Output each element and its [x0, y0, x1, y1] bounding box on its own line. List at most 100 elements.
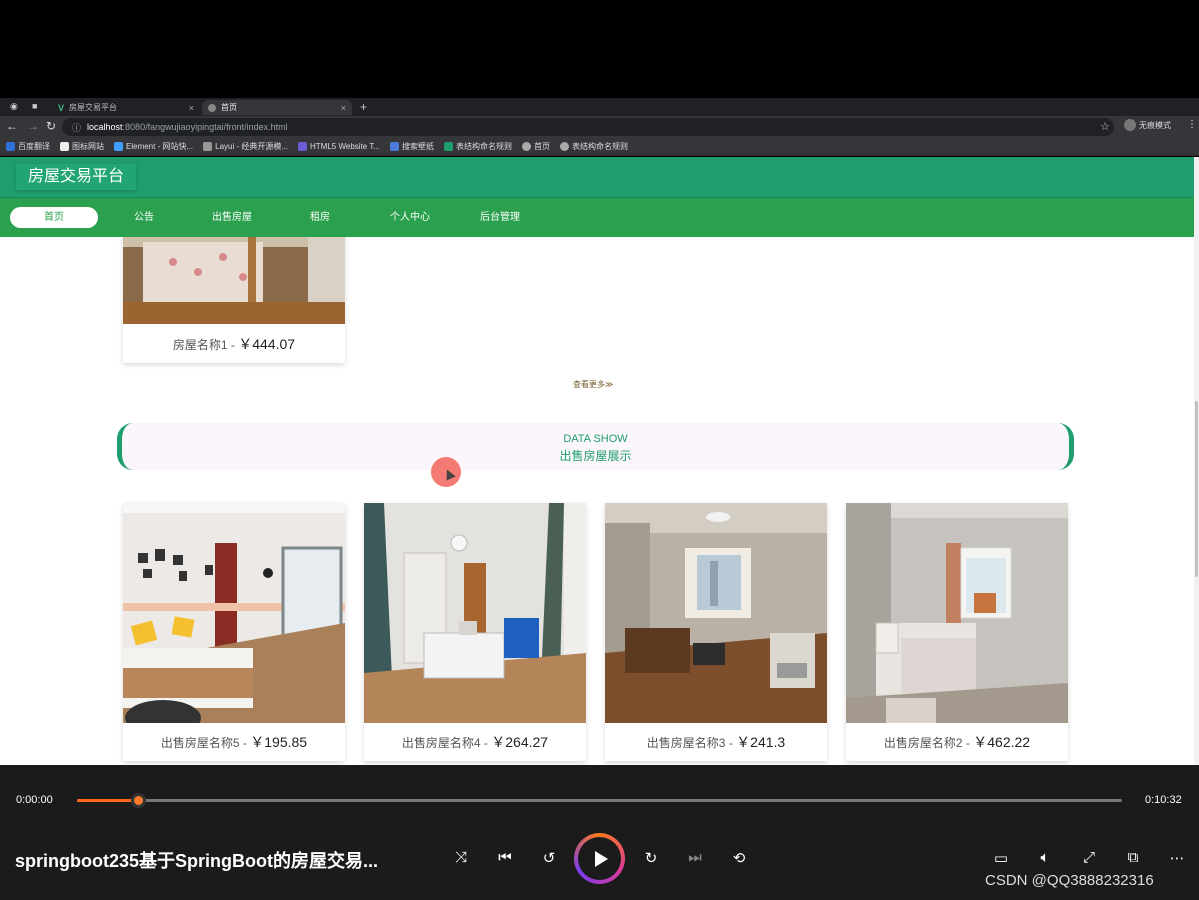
- house-name: 房屋名称1: [172, 338, 228, 352]
- back-icon[interactable]: ←: [6, 119, 18, 133]
- nav-rent[interactable]: 租房: [276, 207, 364, 228]
- globe-icon: [559, 142, 569, 151]
- sale-house-card[interactable]: 出售房屋名称2 - ￥462.22: [846, 503, 1068, 761]
- sale-house-card[interactable]: 出售房屋名称3 - ￥241.3: [605, 503, 827, 761]
- profile-button[interactable]: 无痕模式: [1124, 119, 1171, 131]
- nav-profile[interactable]: 个人中心: [366, 207, 454, 228]
- forward-icon[interactable]: →: [27, 119, 39, 133]
- house-name: 出售房屋名称2: [883, 736, 963, 750]
- site-header: 房屋交易平台: [0, 157, 1194, 198]
- seek-handle[interactable]: [130, 793, 146, 808]
- bookmark-star-icon[interactable]: ☆: [1100, 120, 1110, 133]
- url-host: localhost: [87, 122, 123, 132]
- nav-admin[interactable]: 后台管理: [456, 207, 544, 228]
- tab-title: 首页: [221, 103, 237, 112]
- house-caption: 出售房屋名称3 - ￥241.3: [646, 734, 786, 750]
- address-bar: ← → ↻ ⓘ localhost:8080/fangwujiaoyipingt…: [0, 116, 1199, 138]
- play-icon: [595, 851, 608, 867]
- bookmark-item[interactable]: 表结构命名规则: [443, 141, 512, 152]
- table-icon: [443, 142, 453, 151]
- nav-home[interactable]: 首页: [10, 207, 98, 228]
- house-photo: [605, 503, 827, 723]
- nav-notice[interactable]: 公告: [100, 207, 188, 228]
- repeat-icon[interactable]: ⟲: [728, 849, 750, 869]
- house-price: ￥462.22: [973, 734, 1031, 750]
- info-icon[interactable]: ⓘ: [72, 121, 81, 134]
- house-name: 出售房屋名称4: [401, 736, 481, 750]
- close-icon[interactable]: ×: [341, 103, 346, 113]
- subtitles-icon[interactable]: ▭: [990, 849, 1012, 869]
- next-icon[interactable]: ⏭: [684, 849, 706, 869]
- mini-player-icon[interactable]: ⧉: [1122, 849, 1144, 869]
- tab-home[interactable]: 首页 ×: [202, 100, 352, 115]
- profile-label: 无痕模式: [1139, 120, 1171, 130]
- bookmark-item[interactable]: 百度翻译: [6, 141, 50, 152]
- url-input[interactable]: ⓘ localhost:8080/fangwujiaoyipingtai/fro…: [62, 118, 1114, 136]
- bookmark-item[interactable]: Layui - 经典开源模...: [203, 141, 288, 152]
- house-price: ￥241.3: [736, 734, 786, 750]
- house-caption: 出售房屋名称2 - ￥462.22: [883, 734, 1031, 750]
- translate-icon: [6, 142, 15, 151]
- sale-house-card[interactable]: 出售房屋名称4 - ￥264.27: [364, 503, 586, 761]
- globe-icon: [208, 103, 216, 112]
- house-price: ￥264.27: [491, 734, 549, 750]
- page-viewport: 房屋名称1 - ￥444.07 房屋交易平台 首页 公告 出售房屋 租房 个人中…: [0, 157, 1199, 765]
- layui-icon: [203, 142, 213, 151]
- house-caption: 房屋名称1 - ￥444.07: [172, 336, 296, 352]
- play-button[interactable]: [574, 833, 625, 884]
- video-player: 0:00:00 0:10:32 springboot235基于SpringBoo…: [0, 765, 1199, 900]
- house-photo: [364, 503, 586, 723]
- bookmark-item[interactable]: 搜索壁纸: [389, 141, 434, 152]
- house-name: 出售房屋名称3: [646, 736, 726, 750]
- page-scrollbar[interactable]: [1194, 157, 1199, 765]
- bookmark-item[interactable]: 表结构命名规则: [559, 141, 628, 152]
- reload-icon[interactable]: ↻: [46, 119, 56, 133]
- screen: ◉ ■ V 房屋交易平台 × 首页 × — ▢ ✕ + ← → ↻ ⓘ loca…: [0, 0, 1199, 900]
- house-photo: [123, 503, 345, 723]
- banner-title: 出售房屋展示: [559, 449, 632, 463]
- forward-30-icon[interactable]: ↻: [640, 849, 662, 869]
- seek-progress: [77, 799, 138, 802]
- html5-icon: [298, 142, 308, 151]
- more-options-icon[interactable]: ⋯: [1166, 849, 1188, 869]
- video-title: springboot235基于SpringBoot的房屋交易...: [15, 851, 378, 871]
- house-caption: 出售房屋名称5 - ￥195.85: [160, 734, 308, 750]
- wallpaper-icon: [389, 142, 399, 151]
- total-time: 0:10:32: [1145, 794, 1182, 806]
- bookmark-item[interactable]: 首页: [521, 141, 550, 152]
- more-menu-icon[interactable]: ⋮: [1187, 119, 1197, 130]
- browser-menu-icon[interactable]: ◉: [10, 101, 18, 112]
- bookmarks-bar: 百度翻译 图标网站 Element - 网站快... Layui - 经典开源模…: [0, 138, 1199, 156]
- bookmark-item[interactable]: HTML5 Website T...: [298, 142, 380, 151]
- house-price: ￥195.85: [250, 734, 308, 750]
- close-icon[interactable]: ×: [189, 103, 194, 113]
- watermark: CSDN @QQ3888232316: [985, 872, 1154, 889]
- flag-icon: [60, 142, 69, 151]
- new-tab-icon[interactable]: +: [360, 100, 367, 114]
- previous-icon[interactable]: ⏮: [494, 849, 516, 869]
- house-photo: [846, 503, 1068, 723]
- site-title[interactable]: 房屋交易平台: [16, 164, 137, 190]
- element-icon: [114, 142, 123, 151]
- browser-tab-bar: ◉ ■ V 房屋交易平台 × 首页 × — ▢ ✕: [0, 98, 1199, 206]
- nav-sale[interactable]: 出售房屋: [188, 207, 276, 228]
- current-time: 0:00:00: [16, 794, 53, 806]
- tab-platform[interactable]: V 房屋交易平台 ×: [52, 100, 200, 115]
- fullscreen-icon[interactable]: ⤢: [1078, 849, 1100, 869]
- volume-icon[interactable]: 🔈︎: [1034, 849, 1056, 869]
- shuffle-icon[interactable]: ⤨: [450, 849, 472, 869]
- bookmark-item[interactable]: 图标网站: [60, 141, 104, 152]
- bookmark-item[interactable]: Element - 网站快...: [114, 141, 193, 152]
- tab-title: 房屋交易平台: [69, 103, 118, 112]
- globe-icon: [521, 142, 531, 151]
- house-name: 出售房屋名称5: [160, 736, 240, 750]
- rewind-10-icon[interactable]: ↺: [538, 849, 560, 869]
- sale-house-card[interactable]: 出售房屋名称5 - ￥195.85: [123, 503, 345, 761]
- incognito-icon: [1124, 119, 1136, 131]
- view-more-link[interactable]: 查看更多≫: [573, 379, 613, 390]
- seek-bar[interactable]: [77, 793, 1122, 808]
- site-nav: 首页 公告 出售房屋 租房 个人中心 后台管理: [0, 198, 1194, 237]
- tab-group-icon[interactable]: ■: [32, 101, 37, 111]
- scrollbar-thumb[interactable]: [1195, 401, 1198, 577]
- house-card[interactable]: 房屋名称1 - ￥444.07: [123, 217, 345, 363]
